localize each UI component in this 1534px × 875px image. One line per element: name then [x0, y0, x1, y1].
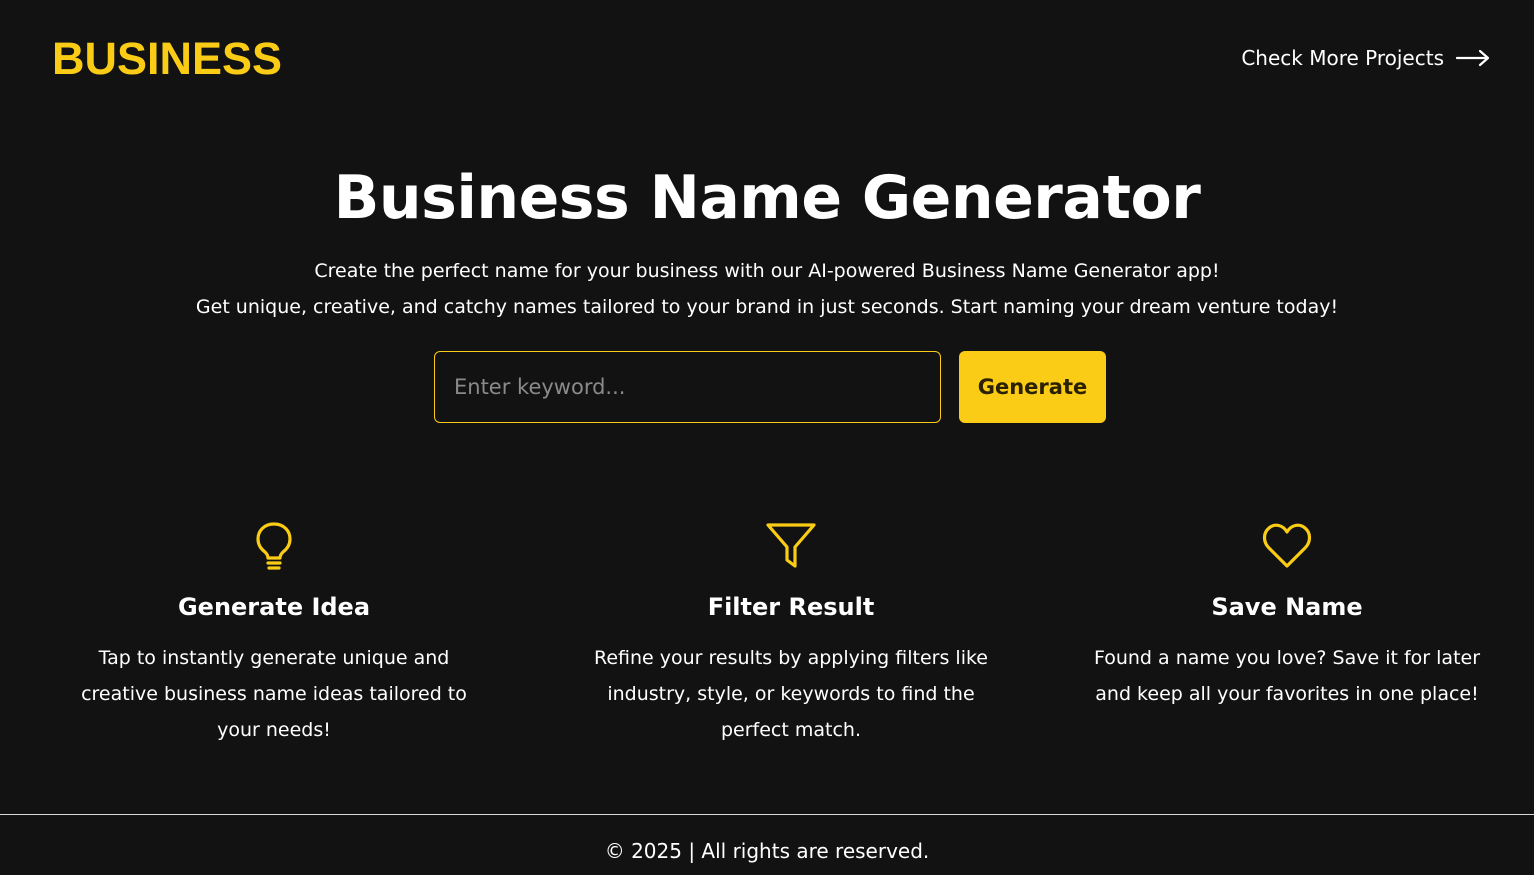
check-more-projects-link[interactable]: Check More Projects [1241, 44, 1490, 72]
feature-description: Tap to instantly generate unique and cre… [81, 647, 467, 741]
search-form: Generate [434, 351, 1106, 423]
hero-subtitle: Create the perfect name for your busines… [0, 253, 1534, 325]
heart-icon [1087, 520, 1487, 572]
feature-filter-result: Filter Result Refine your results by app… [591, 520, 991, 748]
arrow-right-icon [1456, 48, 1490, 68]
keyword-input[interactable] [434, 351, 941, 423]
page: BUSINESS Check More Projects Business Na… [0, 0, 1534, 875]
feature-description: Refine your results by applying filters … [594, 647, 988, 741]
copyright-text: © 2025 | All rights are reserved. [604, 839, 930, 863]
lightbulb-icon [74, 520, 474, 572]
feature-title: Generate Idea [177, 593, 371, 621]
feature-title: Save Name [1211, 593, 1363, 621]
footer: © 2025 | All rights are reserved. [0, 815, 1534, 875]
hero-subtitle-line-2: Get unique, creative, and catchy names t… [195, 296, 1339, 318]
feature-description: Found a name you love? Save it for later… [1093, 647, 1481, 705]
generate-button[interactable]: Generate [959, 351, 1106, 423]
page-title: Business Name Generator [333, 163, 1201, 233]
brand-logo[interactable]: BUSINESS [52, 34, 282, 84]
feature-save-name: Save Name Found a name you love? Save it… [1087, 520, 1487, 712]
feature-title: Filter Result [707, 593, 875, 621]
hero-subtitle-line-1: Create the perfect name for your busines… [314, 260, 1220, 282]
check-more-projects-label: Check More Projects [1241, 46, 1444, 70]
feature-generate-idea: Generate Idea Tap to instantly generate … [74, 520, 474, 748]
filter-icon [591, 520, 991, 572]
